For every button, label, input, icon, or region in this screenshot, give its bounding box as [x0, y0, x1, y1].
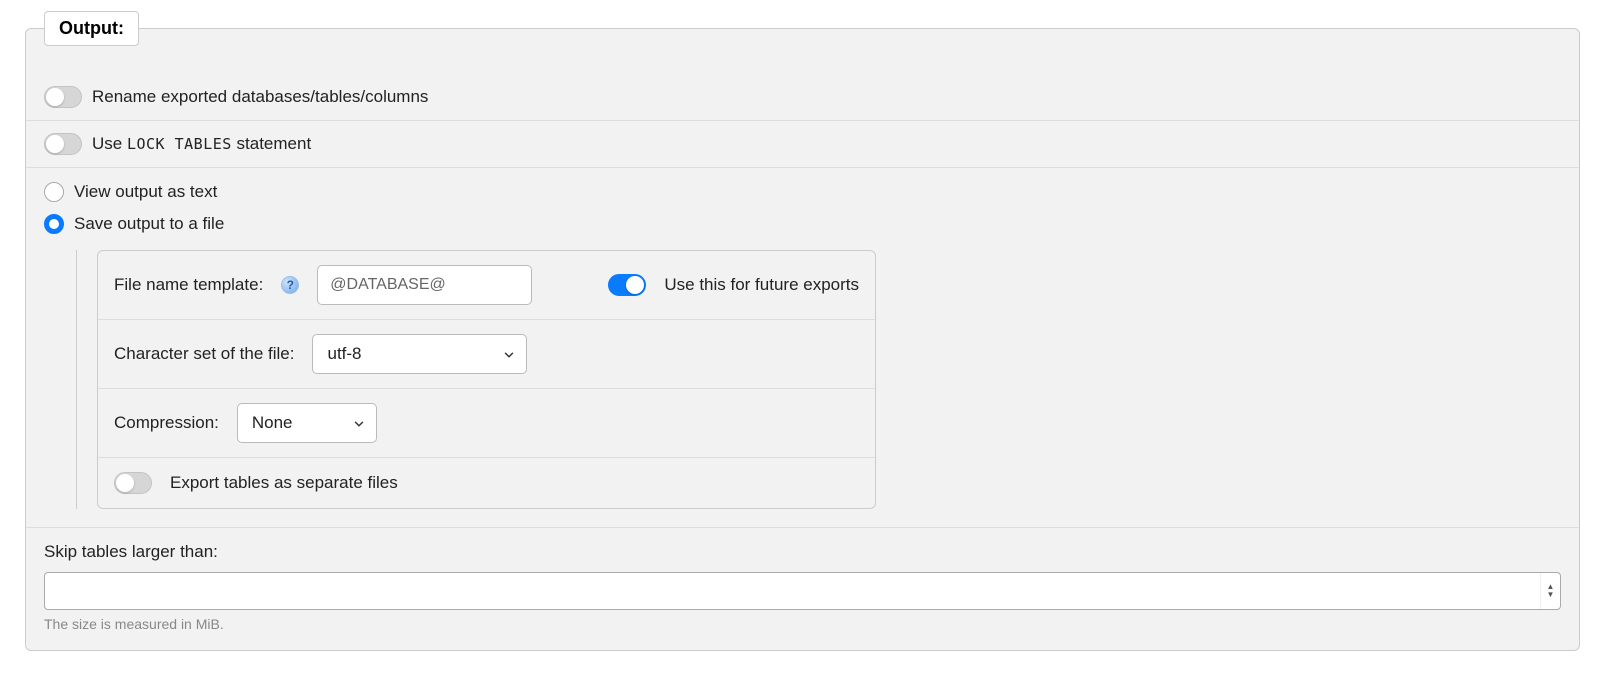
lock-row: Use LOCK TABLES statement: [26, 121, 1579, 168]
template-label: File name template:: [114, 275, 263, 295]
chevron-down-icon: [352, 416, 366, 430]
help-icon[interactable]: ?: [281, 276, 299, 294]
charset-label: Character set of the file:: [114, 344, 294, 364]
template-input[interactable]: [317, 265, 532, 305]
save-file-label: Save output to a file: [74, 214, 224, 234]
skip-input-container: ▲ ▼: [44, 572, 1561, 610]
rename-row: Rename exported databases/tables/columns: [26, 74, 1579, 121]
view-text-option[interactable]: View output as text: [26, 176, 1579, 208]
compression-select[interactable]: None: [237, 403, 377, 443]
skip-section: Skip tables larger than: ▲ ▼ The size is…: [26, 527, 1579, 650]
charset-value: utf-8: [327, 344, 361, 364]
lock-prefix: Use: [92, 134, 127, 153]
lock-toggle[interactable]: [44, 133, 82, 155]
future-exports-toggle[interactable]: [608, 274, 646, 296]
lock-suffix: statement: [232, 134, 311, 153]
compression-value: None: [252, 413, 293, 433]
separate-files-toggle[interactable]: [114, 472, 152, 494]
lock-code: LOCK TABLES: [127, 135, 232, 153]
skip-label: Skip tables larger than:: [44, 532, 1561, 572]
skip-stepper[interactable]: ▲ ▼: [1540, 573, 1560, 609]
view-text-label: View output as text: [74, 182, 217, 202]
save-options-table: File name template: ? Use this for futur…: [97, 250, 876, 509]
skip-input[interactable]: [45, 573, 1540, 609]
template-row: File name template: ? Use this for futur…: [98, 251, 875, 320]
view-text-radio[interactable]: [44, 182, 64, 202]
output-mode-group: View output as text Save output to a fil…: [26, 168, 1579, 509]
rename-toggle[interactable]: [44, 86, 82, 108]
separate-files-row: Export tables as separate files: [98, 458, 875, 508]
charset-select[interactable]: utf-8: [312, 334, 527, 374]
future-exports-label: Use this for future exports: [664, 275, 859, 295]
output-legend: Output:: [44, 11, 139, 46]
compression-row: Compression: None: [98, 389, 875, 458]
save-options-panel: File name template: ? Use this for futur…: [76, 250, 876, 509]
stepper-down-icon[interactable]: ▼: [1547, 591, 1555, 599]
save-file-option[interactable]: Save output to a file: [26, 208, 1579, 240]
rename-label: Rename exported databases/tables/columns: [92, 87, 428, 107]
charset-row: Character set of the file: utf-8: [98, 320, 875, 389]
skip-hint: The size is measured in MiB.: [44, 616, 1561, 632]
chevron-down-icon: [502, 347, 516, 361]
separate-files-label: Export tables as separate files: [170, 473, 398, 493]
output-fieldset: Output: Rename exported databases/tables…: [25, 28, 1580, 651]
compression-label: Compression:: [114, 413, 219, 433]
save-file-radio[interactable]: [44, 214, 64, 234]
lock-label: Use LOCK TABLES statement: [92, 134, 311, 154]
